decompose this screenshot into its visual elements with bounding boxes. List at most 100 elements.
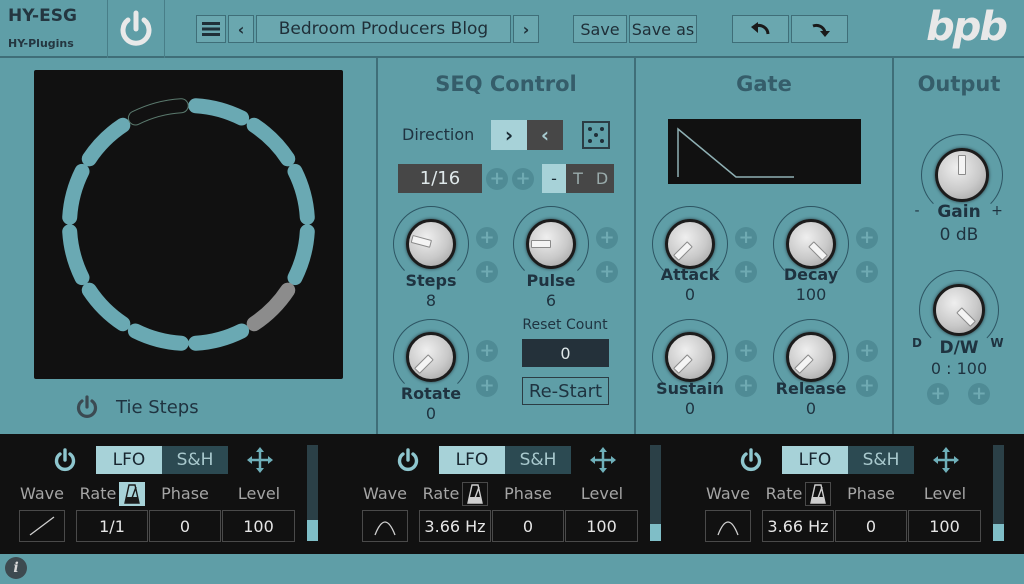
drag-mod-handle[interactable] (247, 447, 273, 473)
step-segment-9[interactable] (62, 224, 90, 286)
step-segment-6[interactable] (188, 323, 250, 351)
rate-label: Rate (422, 484, 460, 503)
rate-field[interactable]: 3.66 Hz (762, 510, 834, 542)
mod-assign-button[interactable]: + (927, 383, 949, 405)
step-segment-4[interactable] (287, 224, 315, 286)
mod-assign-button[interactable]: + (856, 227, 878, 249)
next-preset-button[interactable]: › (513, 15, 539, 43)
sequencer-display[interactable] (34, 70, 343, 379)
mod-assign-button[interactable]: + (735, 227, 757, 249)
tab-lfo[interactable]: LFO (96, 446, 162, 474)
mod-assign-button[interactable]: + (735, 340, 757, 362)
mod-assign-button[interactable]: + (486, 168, 508, 190)
redo-button[interactable] (791, 15, 848, 43)
mod-assign-button[interactable]: + (476, 340, 498, 362)
info-icon[interactable]: i (5, 557, 27, 579)
tempo-sync-toggle[interactable] (119, 482, 145, 506)
redo-icon (811, 23, 830, 37)
phase-field[interactable]: 0 (149, 510, 221, 542)
mod-assign-button[interactable]: + (735, 375, 757, 397)
preset-name-display[interactable]: Bedroom Producers Blog (256, 15, 511, 43)
rate-mode-normal[interactable]: - (542, 164, 566, 193)
rate-value: 1/16 (419, 168, 461, 189)
tab-lfo[interactable]: LFO (439, 446, 505, 474)
phase-field[interactable]: 0 (492, 510, 564, 542)
mod-assign-button[interactable]: + (856, 340, 878, 362)
mod-assign-button[interactable]: + (596, 227, 618, 249)
save-button[interactable]: Save (573, 15, 627, 43)
wave-label: Wave (706, 484, 750, 503)
sine-wave-icon (717, 521, 739, 536)
step-segment-7[interactable] (127, 323, 189, 351)
rate-display[interactable]: 1/16 (398, 164, 482, 193)
rate-mode-triplet[interactable]: T (566, 164, 590, 193)
metronome-icon (124, 484, 140, 504)
step-segment-5[interactable] (246, 282, 296, 332)
decay-value: 100 (795, 285, 827, 304)
lfo-power-toggle[interactable] (52, 447, 78, 473)
level-field[interactable]: 100 (222, 510, 295, 542)
undo-button[interactable] (732, 15, 789, 43)
preset-menu-button[interactable] (196, 15, 226, 43)
output-title: Output (917, 72, 1001, 96)
level-field[interactable]: 100 (565, 510, 638, 542)
mod-assign-button[interactable]: + (968, 383, 990, 405)
step-segment-2[interactable] (246, 117, 296, 167)
wave-selector[interactable] (705, 510, 751, 542)
level-label: Level (923, 484, 967, 503)
step-segment-8[interactable] (81, 282, 131, 332)
step-segment-11[interactable] (81, 117, 131, 167)
lfo-power-toggle[interactable] (395, 447, 421, 473)
wave-selector[interactable] (19, 510, 65, 542)
lfo-output-meter (650, 445, 661, 541)
tempo-sync-toggle[interactable] (805, 482, 831, 506)
dry-wet-label: D/W (939, 338, 979, 358)
rate-field[interactable]: 1/1 (76, 510, 148, 542)
mod-assign-button[interactable]: + (476, 227, 498, 249)
rate-mode-dotted[interactable]: D (590, 164, 614, 193)
knob-indicator (410, 234, 433, 248)
drag-mod-handle[interactable] (933, 447, 959, 473)
lfo-power-toggle[interactable] (738, 447, 764, 473)
step-segment-1[interactable] (188, 98, 250, 126)
tempo-sync-toggle[interactable] (462, 482, 488, 506)
tab-sample-hold[interactable]: S&H (162, 446, 228, 474)
mod-assign-button[interactable]: + (596, 261, 618, 283)
move-arrows-icon (933, 447, 959, 473)
mod-assign-button[interactable]: + (476, 261, 498, 283)
rate-field[interactable]: 3.66 Hz (419, 510, 491, 542)
power-icon (740, 448, 762, 472)
step-segment-3[interactable] (287, 163, 315, 225)
mod-assign-button[interactable]: + (735, 261, 757, 283)
step-ring[interactable] (34, 70, 343, 379)
phase-field[interactable]: 0 (835, 510, 907, 542)
reset-count-field[interactable]: 0 (522, 339, 609, 367)
header: HY-ESG HY-Plugins ‹ Bedroom Producers Bl… (0, 0, 1024, 58)
direction-label: Direction (402, 125, 475, 144)
power-button[interactable] (116, 9, 156, 49)
mod-assign-button[interactable]: + (856, 261, 878, 283)
mod-assign-button[interactable]: + (856, 375, 878, 397)
mod-assign-button[interactable]: + (476, 375, 498, 397)
tie-steps-toggle[interactable] (74, 394, 100, 420)
drag-mod-handle[interactable] (590, 447, 616, 473)
level-field[interactable]: 100 (908, 510, 981, 542)
direction-backward-button[interactable]: ‹ (527, 120, 563, 150)
direction-forward-button[interactable]: › (491, 120, 527, 150)
sine-wave-icon (374, 521, 396, 536)
save-as-button[interactable]: Save as (629, 15, 697, 43)
wave-selector[interactable] (362, 510, 408, 542)
tie-steps-label: Tie Steps (116, 397, 199, 418)
lfo-output-meter (307, 445, 318, 541)
reset-count-label: Reset Count (522, 317, 608, 333)
tab-sample-hold[interactable]: S&H (505, 446, 571, 474)
tab-sample-hold[interactable]: S&H (848, 446, 914, 474)
restart-button[interactable]: Re-Start (522, 377, 609, 405)
mod-assign-button[interactable]: + (512, 168, 534, 190)
random-button[interactable] (582, 121, 610, 149)
tab-lfo[interactable]: LFO (782, 446, 848, 474)
step-segment-10[interactable] (62, 163, 90, 225)
decay-label: Decay (783, 265, 839, 284)
panel-divider (376, 58, 378, 434)
prev-preset-button[interactable]: ‹ (228, 15, 254, 43)
